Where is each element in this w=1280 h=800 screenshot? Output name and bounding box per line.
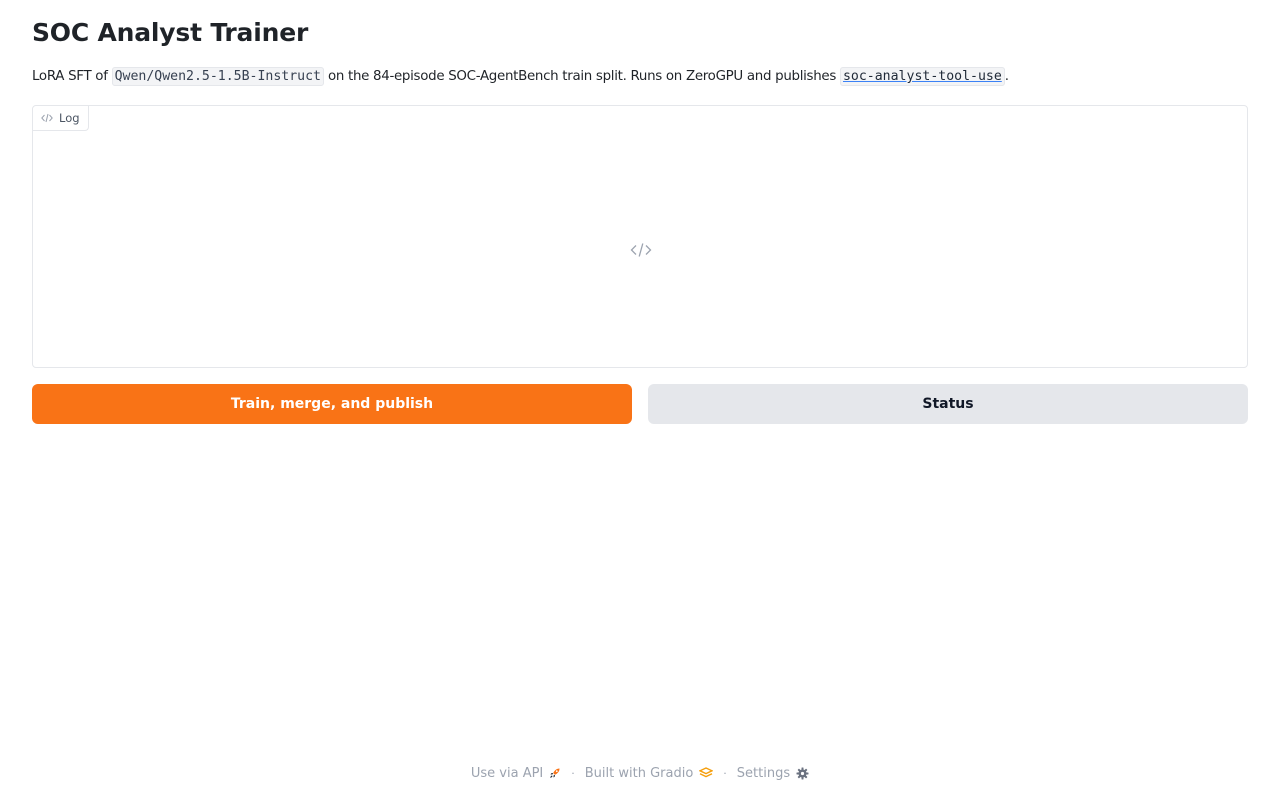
description-prefix: LoRA SFT of [32,69,112,84]
log-label-text: Log [59,111,80,125]
footer: Use via API · Built with Gradio · Settin… [0,762,1280,784]
status-button[interactable]: Status [648,384,1248,424]
settings-link-label: Settings [736,765,791,781]
settings-link[interactable]: Settings [737,766,809,781]
description-suffix: . [1004,69,1009,84]
code-icon [630,243,652,257]
train-merge-publish-button[interactable]: Train, merge, and publish [32,384,632,424]
app-page: SOC Analyst Trainer LoRA SFT of Qwen/Qwe… [0,0,1280,800]
code-icon [41,113,53,123]
gradio-logo-icon [699,767,714,778]
model-code: Qwen/Qwen2.5-1.5B-Instruct [111,67,324,86]
page-title: SOC Analyst Trainer [32,18,309,47]
built-with-gradio-link[interactable]: Built with Gradio [585,766,714,781]
log-label: Log [33,106,89,131]
footer-separator: · [723,766,727,780]
use-via-api-link[interactable]: Use via API [471,766,561,781]
built-link-label: Built with Gradio [584,765,694,781]
log-panel[interactable]: Log [32,105,1248,368]
footer-separator: · [571,766,575,780]
gear-icon [796,767,809,779]
description-middle: on the 84-episode SOC-AgentBench train s… [324,69,840,84]
rocket-icon [550,768,560,778]
description: LoRA SFT of Qwen/Qwen2.5-1.5B-Instruct o… [32,66,1009,88]
output-repo-link[interactable]: soc-analyst-tool-use [839,67,1005,86]
api-link-label: Use via API [470,765,544,781]
